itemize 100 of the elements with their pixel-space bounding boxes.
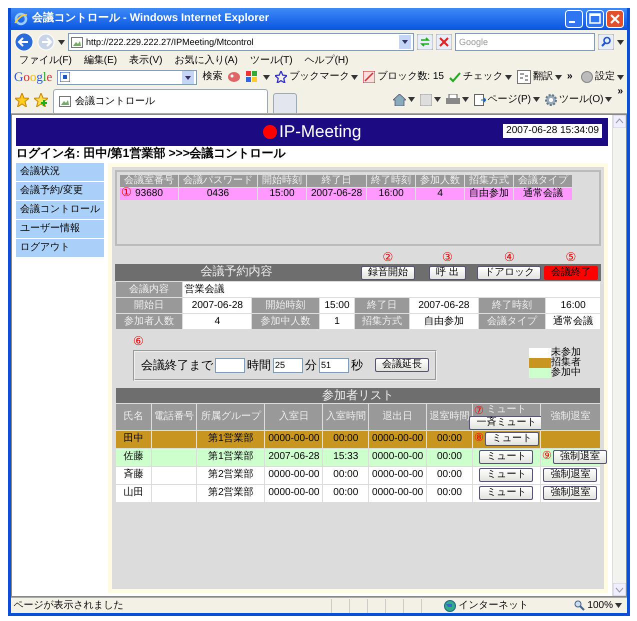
hours-field[interactable] xyxy=(215,358,245,373)
caret-icon[interactable] xyxy=(462,97,469,102)
search-button[interactable]: 検索 xyxy=(202,71,222,83)
table-cell-text: 第2営業部 xyxy=(207,468,255,482)
table-cell-text: 山田 xyxy=(122,486,144,500)
table-cell-text: 田中 xyxy=(122,432,144,446)
caret-icon[interactable] xyxy=(408,97,415,102)
minimize-button[interactable] xyxy=(565,10,583,28)
settings-button[interactable]: 設定 xyxy=(595,71,615,83)
step-marker: ② xyxy=(381,250,394,264)
menu-item[interactable]: お気に入り(A) xyxy=(174,55,238,67)
dropdown-icon[interactable] xyxy=(182,70,194,84)
table-cell-text: 斉藤 xyxy=(122,468,144,482)
action-button[interactable]: 会議終了 xyxy=(544,266,598,280)
field-value: 16:00 xyxy=(546,298,600,314)
more-button[interactable]: » xyxy=(617,86,623,98)
toolbar-item[interactable]: チェック xyxy=(462,71,503,83)
field-value: 2007-06-28 xyxy=(410,298,478,314)
caret-icon[interactable] xyxy=(58,40,65,44)
browser-tab[interactable]: 会議コントロール xyxy=(53,89,268,113)
menu-item[interactable]: ツール(T) xyxy=(250,55,293,67)
gear-icon xyxy=(544,94,557,106)
menu-item[interactable]: ヘルプ(H) xyxy=(304,55,348,67)
address-field[interactable]: http://222.229.222.27/IPMeeting/Mtcontrol xyxy=(68,33,414,51)
table-cell-text: 第1営業部 xyxy=(207,450,255,464)
sidebar-item[interactable]: ユーザー情報 xyxy=(16,220,104,238)
mute-all-button[interactable]: 一斉ミュート xyxy=(469,416,544,430)
field-value: 2007-06-28 xyxy=(183,298,252,314)
extend-button[interactable]: 会議延長 xyxy=(375,358,429,372)
translate-icon[interactable] xyxy=(516,70,531,84)
windows-icon[interactable] xyxy=(246,71,258,83)
caret-icon[interactable] xyxy=(605,97,612,102)
add-favorite-icon[interactable] xyxy=(34,92,48,106)
field-label: 終了時刻 xyxy=(478,298,546,314)
settings-icon[interactable] xyxy=(581,71,593,83)
popup-icon[interactable] xyxy=(227,71,242,83)
kick-button[interactable]: 強制退室 xyxy=(543,486,598,500)
refresh-icon[interactable] xyxy=(417,34,433,50)
maximize-button[interactable] xyxy=(586,10,604,28)
column-header: 氏名 xyxy=(116,404,151,430)
toolbar-item[interactable]: ブックマーク xyxy=(289,71,350,83)
home-icon[interactable] xyxy=(392,94,406,106)
zoom-icon[interactable] xyxy=(574,600,586,611)
dropdown-icon[interactable] xyxy=(399,35,411,49)
mute-button[interactable]: ミュート xyxy=(479,450,534,464)
menu-item[interactable]: ファイル(F) xyxy=(19,55,72,67)
mute-button[interactable]: ミュート xyxy=(484,432,539,446)
favorites-icon[interactable] xyxy=(15,92,29,106)
sidebar-item[interactable]: 会議予約/変更 xyxy=(16,182,104,200)
print-icon[interactable] xyxy=(446,94,460,106)
sidebar-item[interactable]: ログアウト xyxy=(16,239,104,257)
zoom-level[interactable]: 100% xyxy=(587,600,613,612)
caret-icon[interactable] xyxy=(615,603,622,608)
spellcheck-icon[interactable] xyxy=(448,71,461,83)
mute-button[interactable]: ミュート xyxy=(479,486,534,500)
caret-icon[interactable] xyxy=(434,97,441,102)
close-button[interactable] xyxy=(606,10,624,28)
table-cell: 通常会議 xyxy=(514,188,572,200)
mute-button[interactable]: ミュート xyxy=(479,468,534,482)
caret-icon[interactable] xyxy=(504,74,512,80)
sidebar-item[interactable]: 会議状況 xyxy=(16,163,104,181)
caret-icon[interactable] xyxy=(617,74,624,80)
action-button[interactable]: ドアロック xyxy=(477,266,542,280)
blocked-icon[interactable] xyxy=(363,71,376,83)
table-cell: 16:00 xyxy=(367,188,416,200)
star-icon[interactable] xyxy=(275,71,288,83)
table-cell-text: 00:00 xyxy=(436,486,463,500)
kick-button[interactable]: 強制退室 xyxy=(543,468,598,482)
toolbar-item[interactable]: 翻訳 xyxy=(532,71,553,83)
command-menu[interactable]: ページ(P) xyxy=(488,94,531,106)
caret-icon[interactable] xyxy=(617,40,624,44)
caret-icon[interactable] xyxy=(532,97,540,102)
search-engine-icon xyxy=(60,72,70,82)
search-icon[interactable] xyxy=(598,34,614,50)
toolbar-item[interactable]: ブロック数: 15 xyxy=(377,71,444,83)
sidebar-item[interactable]: 会議コントロール xyxy=(16,201,104,219)
more-button[interactable]: » xyxy=(566,71,573,83)
column-header: 入室日 xyxy=(265,404,322,430)
step-marker: ① xyxy=(121,185,132,200)
action-button[interactable]: 録音開始 xyxy=(360,266,415,280)
caret-icon[interactable] xyxy=(351,74,358,80)
menu-item[interactable]: 表示(V) xyxy=(129,55,162,67)
table-cell-text: 0000-00-00 xyxy=(267,432,320,446)
globe-icon xyxy=(444,600,456,612)
google-search-field[interactable] xyxy=(57,70,198,84)
step-marker: ④ xyxy=(502,250,516,264)
back-icon[interactable] xyxy=(14,32,34,52)
google-logo: Google xyxy=(14,69,52,85)
caret-icon[interactable] xyxy=(263,74,270,80)
seconds-field[interactable]: 51 xyxy=(319,358,349,373)
minutes-field[interactable]: 25 xyxy=(273,358,303,373)
search-field[interactable]: Google xyxy=(455,33,595,51)
column-header: 会議パスワード xyxy=(179,175,257,187)
action-button[interactable]: 呼 出 xyxy=(429,266,466,280)
stop-icon[interactable] xyxy=(436,34,452,50)
menu-item[interactable]: 編集(E) xyxy=(84,55,118,67)
column-header: ミュート xyxy=(486,404,526,416)
caret-icon[interactable] xyxy=(554,74,562,80)
kick-button[interactable]: 強制退室 xyxy=(552,450,607,464)
command-menu[interactable]: ツール(O) xyxy=(558,94,604,106)
